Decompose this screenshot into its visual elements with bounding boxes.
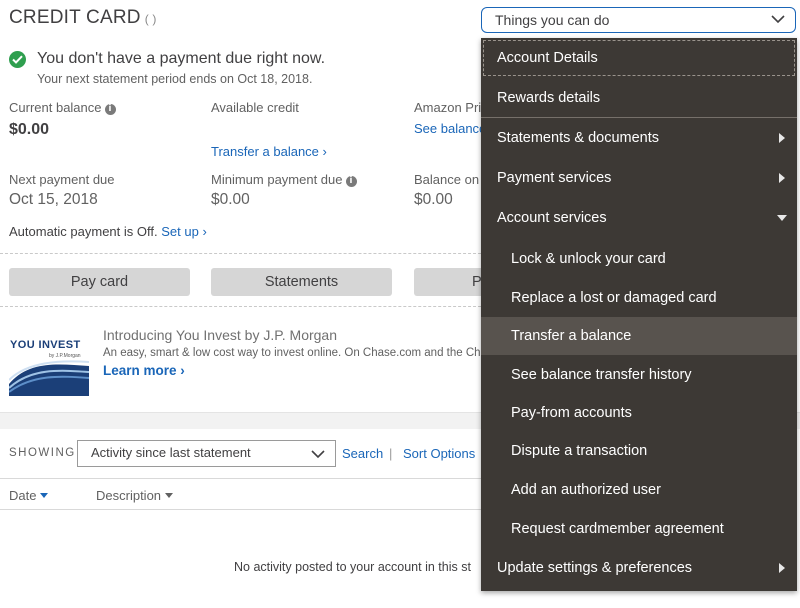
current-balance-label-text: Current balance — [9, 100, 102, 115]
statements-button[interactable]: Statements — [211, 268, 392, 296]
things-you-can-do-label: Things you can do — [495, 12, 610, 28]
menu-item-label: Lock & unlock your card — [511, 250, 666, 267]
next-payment-value: Oct 15, 2018 — [9, 191, 98, 208]
menu-item-label: Request cardmember agreement — [511, 520, 724, 537]
caret-right-icon — [779, 133, 785, 143]
pay-card-button[interactable]: Pay card — [9, 268, 190, 296]
link-divider: | — [389, 446, 393, 461]
sort-down-icon — [165, 493, 174, 498]
min-payment-label: Minimum payment due i — [211, 172, 357, 187]
menu-item-pay-from-accounts[interactable]: Pay-from accounts — [481, 394, 797, 432]
menu-item-label: Statements & documents — [497, 130, 659, 146]
setup-link[interactable]: Set up › — [161, 224, 207, 239]
learn-more-link[interactable]: Learn more › — [103, 363, 185, 378]
divider — [0, 478, 481, 479]
chevron-down-icon — [771, 15, 785, 24]
activity-filter-value: Activity since last statement — [91, 445, 251, 460]
column-header-description[interactable]: Description — [96, 488, 174, 503]
next-payment-label: Next payment due — [9, 172, 115, 187]
transfer-balance-link-text: Transfer a balance — [211, 144, 319, 159]
menu-item-payment-services[interactable]: Payment services — [481, 158, 797, 198]
search-link[interactable]: Search — [342, 446, 383, 461]
activity-filter-select[interactable]: Activity since last statement — [77, 440, 336, 467]
divider — [0, 253, 481, 254]
showing-label: SHOWING — [9, 447, 76, 459]
things-you-can-do-menu: Account Details Rewards details Statemen… — [481, 38, 797, 591]
min-payment-value: $0.00 — [211, 191, 250, 208]
page-title: CREDIT CARD( ) — [9, 7, 157, 29]
menu-item-account-services[interactable]: Account services — [481, 198, 797, 238]
chevron-right-icon: › — [180, 363, 185, 378]
menu-item-balance-transfer-history[interactable]: See balance transfer history — [481, 355, 797, 394]
menu-item-rewards-details[interactable]: Rewards details — [481, 78, 797, 117]
min-payment-label-text: Minimum payment due — [211, 172, 343, 187]
menu-item-label: Dispute a transaction — [511, 443, 648, 459]
autopay-text: Automatic payment is Off. — [9, 224, 158, 239]
menu-item-add-authorized-user[interactable]: Add an authorized user — [481, 470, 797, 509]
menu-item-statements-documents[interactable]: Statements & documents — [481, 118, 797, 158]
menu-item-account-details[interactable]: Account Details — [481, 38, 797, 78]
menu-item-transfer-balance[interactable]: Transfer a balance — [481, 317, 797, 355]
transfer-balance-link[interactable]: Transfer a balance › — [211, 144, 327, 159]
autopay-status: Automatic payment is Off. Set up › — [9, 224, 207, 239]
column-header-date-text: Date — [9, 488, 37, 503]
caret-right-icon — [779, 173, 785, 183]
menu-item-cardmember-agreement[interactable]: Request cardmember agreement — [481, 509, 797, 548]
learn-more-text: Learn more — [103, 363, 177, 378]
you-invest-logo-sub: by J.P.Morgan — [49, 353, 81, 359]
see-balance-link[interactable]: See balance — [414, 121, 486, 136]
divider — [0, 509, 481, 510]
check-circle-icon — [9, 51, 26, 68]
setup-link-text: Set up — [161, 224, 199, 239]
menu-item-label: Transfer a balance — [511, 328, 632, 344]
balance-on-value: $0.00 — [414, 191, 453, 208]
next-statement-text: Your next statement period ends on Oct 1… — [37, 72, 313, 86]
menu-item-update-settings[interactable]: Update settings & preferences — [481, 548, 797, 588]
info-icon[interactable]: i — [345, 176, 357, 187]
menu-item-label: Account services — [497, 210, 607, 226]
menu-item-label: Update settings & preferences — [497, 560, 693, 576]
menu-item-label: See balance transfer history — [511, 366, 692, 383]
sort-down-icon — [40, 493, 49, 498]
divider — [0, 306, 481, 307]
menu-item-lock-unlock-card[interactable]: Lock & unlock your card — [481, 239, 797, 278]
page-title-text: CREDIT CARD — [9, 7, 141, 28]
menu-item-label: Account Details — [497, 50, 598, 66]
sort-options-link[interactable]: Sort Options — [403, 446, 475, 461]
you-invest-logo[interactable]: YOU INVEST by J.P.Morgan — [8, 330, 90, 396]
caret-right-icon — [779, 563, 785, 573]
balance-on-label: Balance on — [414, 172, 480, 187]
column-header-description-text: Description — [96, 488, 162, 503]
things-you-can-do-dropdown[interactable]: Things you can do — [481, 7, 796, 33]
menu-item-dispute-transaction[interactable]: Dispute a transaction — [481, 432, 797, 470]
available-credit-label: Available credit — [211, 100, 299, 115]
account-suffix: ( ) — [144, 12, 157, 26]
chevron-down-icon — [311, 450, 325, 459]
you-invest-logo-text: YOU INVEST — [10, 339, 81, 351]
amazon-label: Amazon Pri — [414, 100, 482, 115]
current-balance-label: Current balance i — [9, 100, 116, 115]
info-icon[interactable]: i — [104, 104, 116, 115]
menu-item-label: Rewards details — [497, 89, 601, 106]
menu-item-label: Payment services — [497, 170, 612, 186]
current-balance-value: $0.00 — [9, 121, 50, 138]
promo-title: Introducing You Invest by J.P. Morgan — [103, 327, 338, 343]
menu-item-label: Pay-from accounts — [511, 405, 632, 421]
caret-down-icon — [777, 215, 787, 221]
empty-activity-message: No activity posted to your account in th… — [234, 560, 471, 574]
payment-due-message: You don't have a payment due right now. — [37, 50, 326, 67]
menu-item-label: Replace a lost or damaged card — [511, 289, 717, 306]
menu-item-label: Add an authorized user — [511, 481, 661, 498]
chevron-right-icon: › — [322, 144, 327, 159]
column-header-date[interactable]: Date — [9, 488, 49, 503]
promo-description: An easy, smart & low cost way to invest … — [103, 347, 500, 359]
menu-item-replace-card[interactable]: Replace a lost or damaged card — [481, 278, 797, 317]
